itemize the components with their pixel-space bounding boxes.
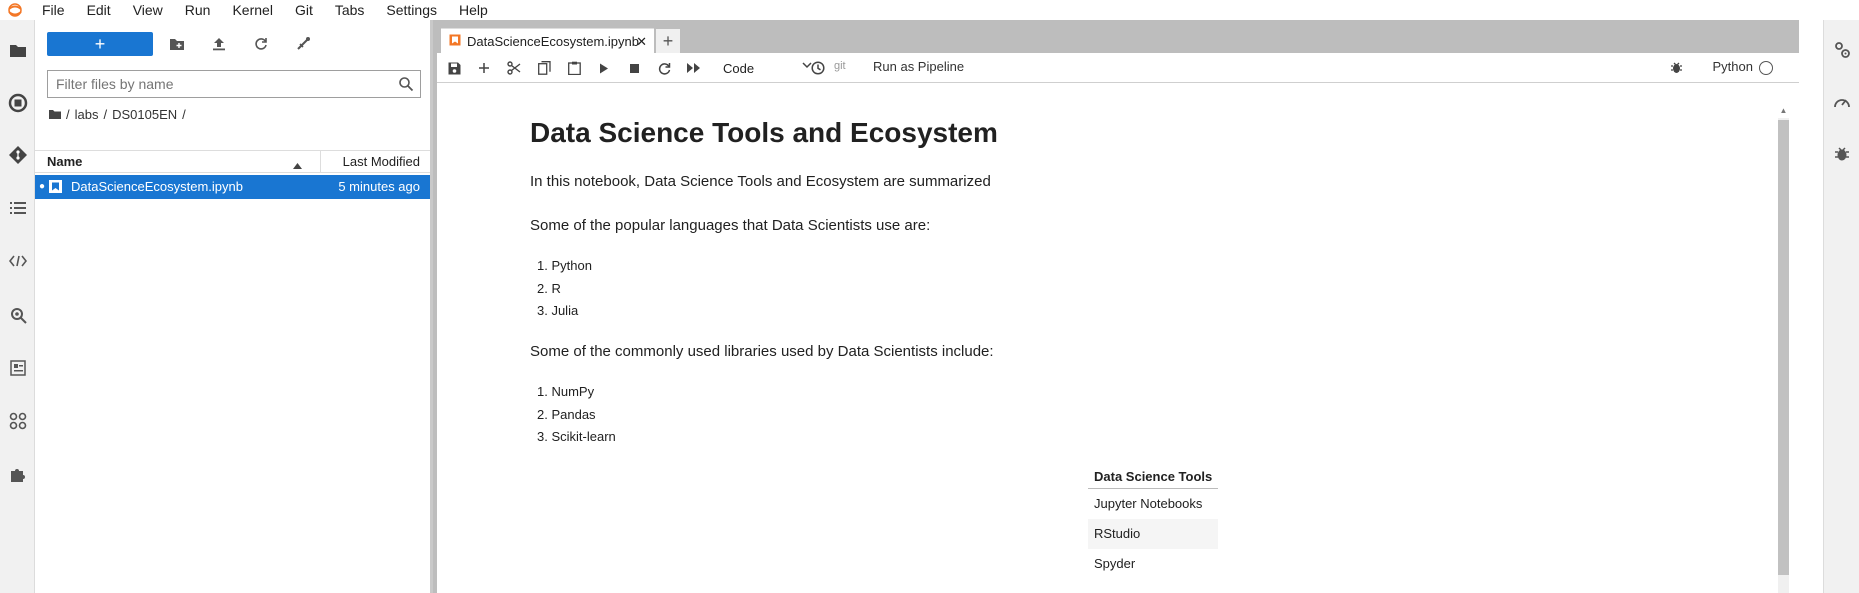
- data-science-tools-table: Data Science Tools Jupyter Notebooks RSt…: [1088, 465, 1219, 579]
- scroll-up-arrow-icon[interactable]: ▲: [1778, 106, 1789, 118]
- table-header-row: Data Science Tools: [1088, 465, 1219, 489]
- list-item: 2. R: [537, 281, 561, 296]
- cut-icon[interactable]: [505, 59, 523, 77]
- right-activity-bar: [1823, 20, 1859, 593]
- copy-icon[interactable]: [535, 59, 553, 77]
- git-clone-icon[interactable]: [291, 32, 315, 56]
- table-cell: Spyder: [1094, 556, 1136, 571]
- table-cell: Jupyter Notebooks: [1094, 496, 1203, 512]
- new-launcher-button[interactable]: +: [47, 32, 153, 56]
- save-icon[interactable]: [445, 59, 463, 77]
- breadcrumb-ds0105en[interactable]: DS0105EN: [112, 107, 177, 122]
- new-folder-icon[interactable]: [165, 32, 189, 56]
- run-as-pipeline-button[interactable]: Run as Pipeline: [873, 59, 964, 74]
- tab-label: DataScienceEcosystem.ipynb: [467, 33, 639, 49]
- breadcrumb-separator: /: [182, 106, 186, 122]
- running-icon[interactable]: [5, 90, 30, 115]
- notebook-file-icon: [49, 180, 62, 196]
- run-icon[interactable]: [595, 59, 613, 77]
- last-modified-column-header[interactable]: Last Modified: [320, 151, 430, 172]
- code-snippets-icon[interactable]: [5, 248, 30, 273]
- file-browser-toolbar: +: [35, 20, 430, 64]
- intro-paragraph: In this notebook, Data Science Tools and…: [530, 173, 991, 190]
- scrollbar-thumb[interactable]: [1778, 120, 1789, 575]
- file-list-header: Name Last Modified: [35, 150, 430, 173]
- file-filter-field[interactable]: [47, 70, 421, 98]
- table-row: Spyder: [1088, 549, 1218, 579]
- left-activity-bar: [0, 20, 35, 593]
- breadcrumb-separator: /: [103, 106, 108, 122]
- menu-tabs[interactable]: Tabs: [323, 0, 375, 20]
- property-inspector-icon[interactable]: [1830, 38, 1854, 62]
- debugger-icon[interactable]: [1830, 142, 1854, 166]
- extensions-icon[interactable]: [5, 461, 30, 486]
- stop-icon[interactable]: [625, 59, 643, 77]
- menu-help[interactable]: Help: [447, 0, 498, 20]
- git-icon[interactable]: [5, 142, 30, 167]
- restart-icon[interactable]: [655, 59, 673, 77]
- toc-icon[interactable]: [5, 195, 30, 220]
- folder-icon[interactable]: [5, 37, 30, 62]
- jupyter-logo-icon: [0, 0, 30, 20]
- insert-cell-icon[interactable]: [475, 59, 493, 77]
- table-row: RStudio: [1088, 518, 1219, 549]
- resource-usage-icon[interactable]: [1830, 90, 1854, 114]
- menu-file[interactable]: File: [30, 0, 75, 20]
- breadcrumb: / labs / DS0105EN /: [49, 104, 191, 124]
- table-cell: RStudio: [1088, 518, 1219, 549]
- add-tab-button[interactable]: +: [656, 29, 680, 53]
- menu-edit[interactable]: Edit: [75, 0, 121, 20]
- list-item: 1. NumPy: [537, 384, 595, 399]
- name-column-header[interactable]: Name: [47, 154, 82, 169]
- title-heading: Data Science Tools and Ecosystem: [530, 117, 998, 148]
- menu-run[interactable]: Run: [173, 0, 221, 20]
- table-header-cell: Data Science Tools: [1088, 465, 1219, 489]
- home-folder-icon[interactable]: [49, 107, 61, 122]
- git-diff-label[interactable]: git: [834, 60, 846, 72]
- components-icon[interactable]: [5, 408, 30, 433]
- list-item: 1. Python: [537, 258, 592, 273]
- list-item: 3. Julia: [537, 303, 579, 318]
- metadata-icon[interactable]: [5, 355, 30, 380]
- upload-icon[interactable]: [207, 32, 231, 56]
- file-browser-panel: + / labs / DS0105EN / Name: [35, 20, 433, 593]
- languages-heading: Some of the popular languages that Data …: [530, 217, 931, 234]
- sort-ascending-icon[interactable]: [293, 157, 302, 172]
- vertical-scrollbar[interactable]: [1778, 118, 1789, 593]
- property-inspector-icon[interactable]: [5, 302, 30, 327]
- notebook-panel: DataScienceEcosystem.ipynb ✕ + Code git …: [433, 20, 1799, 593]
- kernel-status-icon: [1759, 61, 1773, 75]
- menu-kernel[interactable]: Kernel: [220, 0, 282, 20]
- breadcrumb-labs[interactable]: labs: [75, 107, 99, 122]
- notebook-title: Data Science Tools and Ecosystem: [530, 117, 998, 149]
- running-indicator-icon: ●: [39, 181, 46, 192]
- tab-datascienceecosystem[interactable]: DataScienceEcosystem.ipynb ✕: [441, 28, 654, 53]
- menu-git[interactable]: Git: [283, 0, 323, 20]
- refresh-icon[interactable]: [249, 32, 273, 56]
- close-tab-icon[interactable]: ✕: [636, 34, 647, 50]
- notebook-tab-icon: [449, 34, 461, 49]
- debugger-toggle-icon[interactable]: [1670, 61, 1683, 77]
- libraries-heading: Some of the commonly used libraries used…: [530, 343, 994, 360]
- file-filter-input[interactable]: [48, 71, 378, 97]
- cell-type-select[interactable]: Code: [723, 57, 813, 79]
- list-item: 3. Scikit-learn: [537, 429, 616, 444]
- file-modified-time: 5 minutes ago: [338, 179, 420, 194]
- cell-type-value: Code: [723, 60, 755, 76]
- file-list-item[interactable]: ● DataScienceEcosystem.ipynb 5 minutes a…: [35, 175, 430, 199]
- tab-bar: DataScienceEcosystem.ipynb ✕ +: [437, 20, 1799, 53]
- menu-settings[interactable]: Settings: [374, 0, 447, 20]
- breadcrumb-separator: /: [66, 106, 70, 122]
- notebook-toolbar: Code git Run as Pipeline Python: [437, 53, 1799, 83]
- menu-bar: File Edit View Run Kernel Git Tabs Setti…: [0, 0, 1859, 20]
- kernel-name[interactable]: Python: [1713, 59, 1753, 74]
- file-name: DataScienceEcosystem.ipynb: [71, 179, 243, 194]
- paste-icon[interactable]: [565, 59, 583, 77]
- fast-forward-icon[interactable]: [685, 59, 703, 77]
- list-item: 2. Pandas: [537, 407, 596, 422]
- search-icon: [398, 76, 414, 97]
- table-row: Jupyter Notebooks: [1088, 489, 1218, 519]
- menu-view[interactable]: View: [121, 0, 173, 20]
- clock-icon[interactable]: [809, 59, 827, 77]
